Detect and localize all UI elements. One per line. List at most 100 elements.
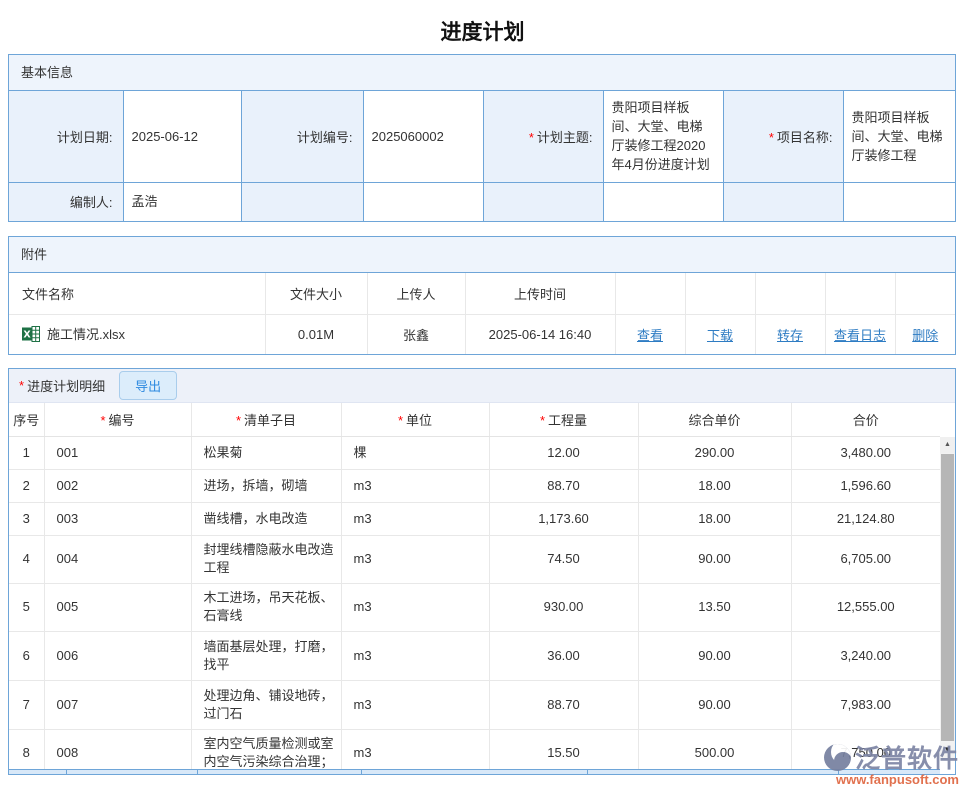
required-asterisk: *: [19, 378, 24, 393]
plan-detail-panel: * 进度计划明细 导出 序号 *编号 *清单子目 *单位 *工程量 综合单价 合…: [8, 368, 956, 775]
file-size-header: 文件大小: [265, 273, 367, 314]
detail-cell-quantity: 1,173.60: [489, 502, 638, 535]
detail-row: 2002进场，拆墙，砌墙m388.7018.001,596.60: [9, 469, 940, 502]
empty-header-cell: [755, 273, 825, 314]
detail-cell-item: 木工进场，吊天花板、石膏线: [191, 583, 341, 631]
excel-file-icon: X: [22, 326, 40, 342]
plan-detail-section-title: 进度计划明细: [27, 376, 105, 395]
detail-cell-code: 006: [44, 631, 191, 680]
empty-header-cell: [685, 273, 755, 314]
file-name-cell: X 施工情况.xlsx: [9, 314, 265, 354]
detail-cell-total: 21,124.80: [791, 502, 940, 535]
detail-cell-code: 005: [44, 583, 191, 631]
attachment-file-size: 0.01M: [265, 314, 367, 354]
detail-cell-quantity: 74.50: [489, 535, 638, 583]
plan-date-value: 2025-06-12: [123, 91, 241, 182]
detail-table-body: 1001松果菊棵12.00290.003,480.002002进场，拆墙，砌墙m…: [9, 436, 940, 775]
detail-cell-total: 1,596.60: [791, 469, 940, 502]
required-asterisk: *: [529, 130, 534, 145]
detail-cell-total: 7,983.00: [791, 680, 940, 729]
detail-cell-unit: m3: [341, 535, 489, 583]
detail-cell-item: 凿线槽，水电改造: [191, 502, 341, 535]
detail-row: 1001松果菊棵12.00290.003,480.00: [9, 436, 940, 469]
delete-link[interactable]: 删除: [912, 328, 938, 343]
download-link[interactable]: 下载: [707, 328, 733, 343]
detail-cell-total: 6,705.00: [791, 535, 940, 583]
page-title: 进度计划: [0, 0, 965, 54]
detail-cell-quantity: 36.00: [489, 631, 638, 680]
plan-detail-table: 序号 *编号 *清单子目 *单位 *工程量 综合单价 合价 1001松果菊棵12…: [9, 403, 940, 775]
col-header-unit: *单位: [341, 403, 489, 436]
detail-cell-no: 5: [9, 583, 44, 631]
view-link[interactable]: 查看: [637, 328, 663, 343]
empty-label-cell: [723, 182, 843, 221]
attachments-panel: 附件 文件名称 文件大小 上传人 上传时间 X: [8, 236, 956, 355]
detail-cell-unit_price: 90.00: [638, 631, 791, 680]
detail-cell-quantity: 930.00: [489, 583, 638, 631]
detail-cell-code: 003: [44, 502, 191, 535]
scrollbar-thumb[interactable]: [941, 454, 954, 741]
plan-no-value: 2025060002: [363, 91, 483, 182]
detail-cell-no: 3: [9, 502, 44, 535]
attachments-section-title: 附件: [9, 237, 955, 273]
col-header-total: 合价: [791, 403, 940, 436]
detail-cell-no: 1: [9, 436, 44, 469]
plan-no-label: 计划编号:: [241, 91, 363, 182]
empty-value-cell: [363, 182, 483, 221]
detail-cell-item: 封埋线槽隐蔽水电改造工程: [191, 535, 341, 583]
view-log-link[interactable]: 查看日志: [834, 328, 886, 343]
compiler-value: 孟浩: [123, 182, 241, 221]
detail-cell-unit_price: 18.00: [638, 469, 791, 502]
empty-header-cell: [825, 273, 895, 314]
export-button[interactable]: 导出: [119, 371, 177, 400]
detail-cell-quantity: 88.70: [489, 469, 638, 502]
empty-label-cell: [241, 182, 363, 221]
attachment-upload-time: 2025-06-14 16:40: [465, 314, 615, 354]
basic-info-table: 计划日期: 2025-06-12 计划编号: 2025060002 *计划主题:…: [9, 91, 955, 221]
next-row-partial: [9, 769, 940, 774]
plan-detail-header: * 进度计划明细 导出: [9, 369, 955, 403]
detail-cell-item: 墙面基层处理，打磨，找平: [191, 631, 341, 680]
col-header-code: *编号: [44, 403, 191, 436]
detail-cell-unit: m3: [341, 583, 489, 631]
detail-cell-code: 004: [44, 535, 191, 583]
basic-info-panel: 基本信息 计划日期: 2025-06-12 计划编号: 2025060002 *…: [8, 54, 956, 222]
compiler-label: 编制人:: [9, 182, 123, 221]
detail-cell-item: 进场，拆墙，砌墙: [191, 469, 341, 502]
detail-cell-unit_price: 90.00: [638, 535, 791, 583]
detail-cell-unit_price: 13.50: [638, 583, 791, 631]
detail-cell-total: 3,480.00: [791, 436, 940, 469]
detail-cell-quantity: 88.70: [489, 680, 638, 729]
col-header-item: *清单子目: [191, 403, 341, 436]
detail-cell-unit_price: 90.00: [638, 680, 791, 729]
required-asterisk: *: [100, 413, 105, 428]
empty-header-cell: [895, 273, 955, 314]
upload-time-header: 上传时间: [465, 273, 615, 314]
detail-row: 5005木工进场，吊天花板、石膏线m3930.0013.5012,555.00: [9, 583, 940, 631]
detail-cell-no: 7: [9, 680, 44, 729]
attachment-uploader: 张鑫: [367, 314, 465, 354]
col-header-unit-price: 综合单价: [638, 403, 791, 436]
detail-cell-code: 001: [44, 436, 191, 469]
required-asterisk: *: [540, 413, 545, 428]
detail-cell-unit_price: 18.00: [638, 502, 791, 535]
detail-cell-unit: m3: [341, 469, 489, 502]
detail-cell-no: 6: [9, 631, 44, 680]
detail-row: 4004封埋线槽隐蔽水电改造工程m374.5090.006,705.00: [9, 535, 940, 583]
project-name-value: 贵阳项目样板间、大堂、电梯厅装修工程: [843, 91, 955, 182]
detail-cell-unit: m3: [341, 680, 489, 729]
plan-subject-label: *计划主题:: [483, 91, 603, 182]
vertical-scrollbar[interactable]: ▲ ▼: [940, 437, 955, 758]
scroll-up-arrow-icon[interactable]: ▲: [940, 437, 955, 453]
transfer-link[interactable]: 转存: [777, 328, 803, 343]
empty-label-cell: [483, 182, 603, 221]
empty-value-cell: [603, 182, 723, 221]
scroll-down-arrow-icon[interactable]: ▼: [940, 742, 955, 758]
detail-cell-total: 12,555.00: [791, 583, 940, 631]
attachments-table: 文件名称 文件大小 上传人 上传时间 X 施工情况.xlsx: [9, 273, 955, 354]
detail-cell-item: 松果菊: [191, 436, 341, 469]
svg-text:X: X: [23, 329, 31, 340]
required-asterisk: *: [236, 413, 241, 428]
detail-row: 6006墙面基层处理，打磨，找平m336.0090.003,240.00: [9, 631, 940, 680]
detail-cell-total: 3,240.00: [791, 631, 940, 680]
